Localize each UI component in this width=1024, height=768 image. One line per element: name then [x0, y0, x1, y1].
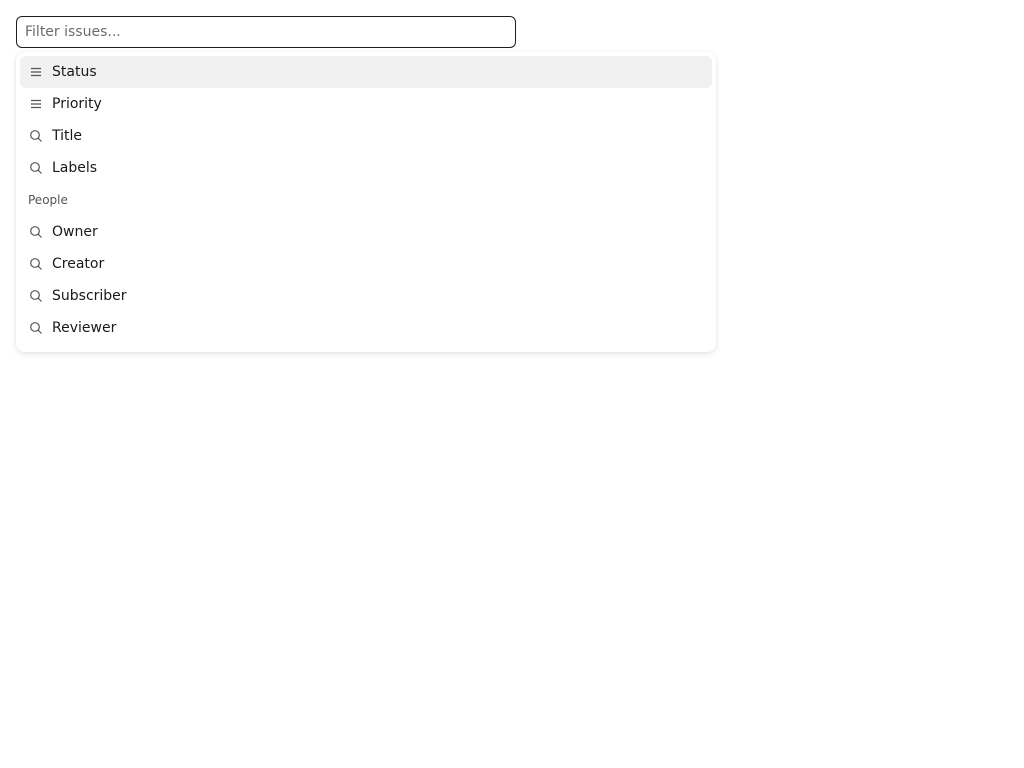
search-icon: [28, 256, 44, 272]
menu-item-label: Priority: [52, 96, 102, 112]
lines-icon: [28, 64, 44, 80]
search-icon: [28, 160, 44, 176]
menu-item-label: Owner: [52, 224, 98, 240]
filter-dropdown-menu: Status Priority Title Labels People Owne…: [16, 52, 716, 352]
menu-item-labels[interactable]: Labels: [20, 152, 712, 184]
search-icon: [28, 128, 44, 144]
search-icon: [28, 224, 44, 240]
menu-item-label: Creator: [52, 256, 105, 272]
menu-item-label: Title: [52, 128, 83, 144]
menu-item-label: Subscriber: [52, 288, 127, 304]
filter-issues-input[interactable]: [16, 16, 516, 48]
menu-item-label: Reviewer: [52, 320, 117, 336]
menu-item-subscriber[interactable]: Subscriber: [20, 280, 712, 312]
menu-item-label: Status: [52, 64, 97, 80]
menu-item-creator[interactable]: Creator: [20, 248, 712, 280]
menu-item-owner[interactable]: Owner: [20, 216, 712, 248]
menu-item-title[interactable]: Title: [20, 120, 712, 152]
search-icon: [28, 320, 44, 336]
search-icon: [28, 288, 44, 304]
menu-item-reviewer[interactable]: Reviewer: [20, 312, 712, 344]
lines-icon: [28, 96, 44, 112]
group-label-people: People: [28, 193, 68, 207]
menu-item-label: Labels: [52, 160, 98, 176]
menu-item-priority[interactable]: Priority: [20, 88, 712, 120]
menu-item-status[interactable]: Status: [20, 56, 712, 88]
